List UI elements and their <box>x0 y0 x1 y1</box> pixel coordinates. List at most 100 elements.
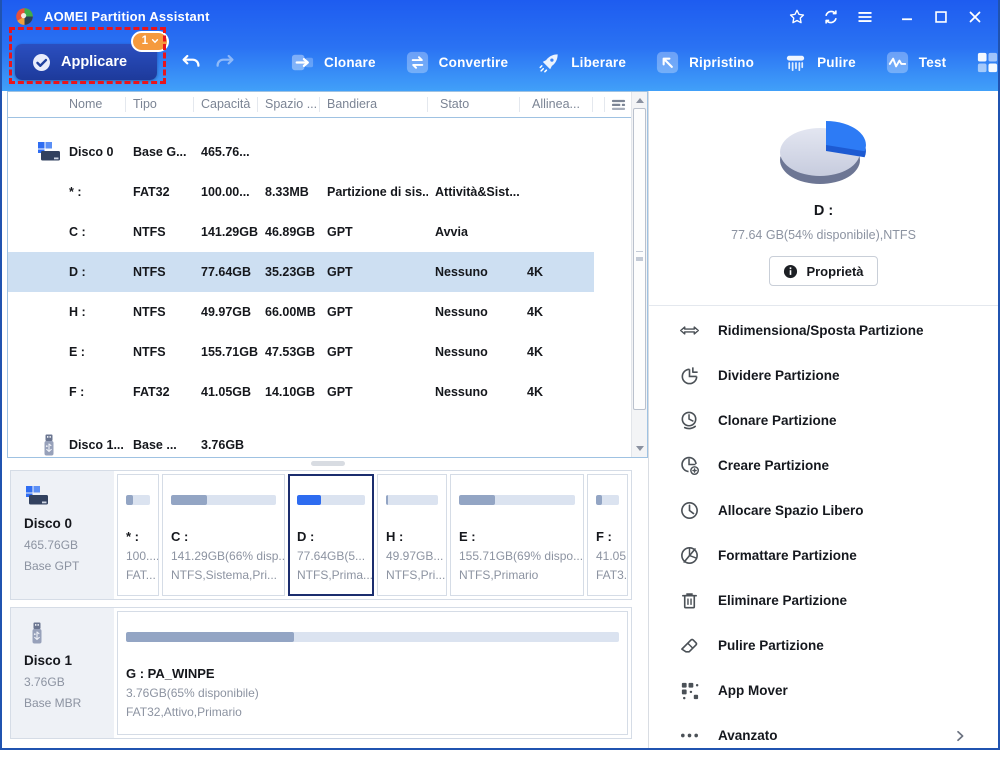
menu-button[interactable] <box>856 8 874 26</box>
cell-text: Disco 0 <box>69 145 113 159</box>
column-header-allinea[interactable]: Allinea... <box>520 97 593 112</box>
cell-cap: 155.71GB <box>194 345 258 359</box>
minimize-button[interactable] <box>898 8 916 26</box>
cell-stato: Attività&Sist... <box>428 185 520 199</box>
table-row[interactable]: F :FAT3241.05GB14.10GBGPTNessuno4K <box>8 372 594 412</box>
cell-stato: Nessuno <box>428 305 520 319</box>
partition-label: F : <box>596 529 619 544</box>
action-clonepart[interactable]: Clonare Partizione <box>679 398 998 443</box>
action-advanced[interactable]: Avanzato <box>679 713 998 758</box>
toolbar-item-restore[interactable]: Ripristino <box>655 50 754 75</box>
cell-text: GPT <box>327 305 353 319</box>
pane-divider[interactable] <box>7 459 648 468</box>
pending-count: 1 <box>142 34 148 48</box>
partition-block[interactable]: H :49.97GB...NTFS,Pri... <box>377 474 447 596</box>
table-row[interactable]: Disco 1...Base ...3.76GB <box>8 425 594 458</box>
action-resize[interactable]: Ridimensiona/Sposta Partizione <box>679 308 998 353</box>
cell-name: F : <box>8 385 126 399</box>
action-split[interactable]: Dividere Partizione <box>679 353 998 398</box>
partition-block[interactable]: G : PA_WINPE3.76GB(65% disponibile)FAT32… <box>117 611 628 735</box>
partition-block[interactable]: D :77.64GB(5...NTFS,Prima... <box>288 474 374 596</box>
maximize-button[interactable] <box>932 8 950 26</box>
partition-size: 3.76GB(65% disponibile) <box>126 686 619 700</box>
disk-info-block[interactable]: Disco 13.76GBBase MBR <box>11 608 114 738</box>
column-header-spazio[interactable]: Spazio ... <box>258 97 320 112</box>
disk-info-block[interactable]: Disco 0465.76GBBase GPT <box>11 471 114 599</box>
partition-block[interactable]: C :141.29GB(66% disp...NTFS,Sistema,Pri.… <box>162 474 285 596</box>
favorite-button[interactable] <box>788 8 806 26</box>
column-header-nome[interactable]: Nome <box>8 97 126 112</box>
column-header-stato[interactable]: Stato <box>428 97 520 112</box>
table-row[interactable]: C :NTFS141.29GB46.89GBGPTAvvia <box>8 212 594 252</box>
partition-block[interactable]: F :41.05...FAT3... <box>587 474 628 596</box>
toolbar-item-test[interactable]: Test <box>885 50 947 75</box>
cell-text: Partizione di sis... <box>327 185 428 199</box>
toolbar-item-clone[interactable]: Clonare <box>290 50 376 75</box>
app-header: AOMEI Partition Assistant Applicare 1 <box>2 0 998 91</box>
close-icon <box>966 8 984 26</box>
toolbar-item-convert[interactable]: Convertire <box>405 50 509 75</box>
action-allocate[interactable]: Allocare Spazio Libero <box>679 488 998 533</box>
cell-tipo: Base ... <box>126 438 194 452</box>
column-header-bandiera[interactable]: Bandiera <box>320 97 428 112</box>
table-row[interactable]: Disco 0Base G...465.76... <box>8 132 594 172</box>
table-row[interactable]: * :FAT32100.00...8.33MBPartizione di sis… <box>8 172 594 212</box>
pending-operations-badge[interactable]: 1 <box>131 31 169 52</box>
cell-text: 46.89GB <box>265 225 315 239</box>
disk-size: 3.76GB <box>24 675 114 689</box>
properties-button[interactable]: Proprietà <box>769 256 877 286</box>
cell-cap: 49.97GB <box>194 305 258 319</box>
column-header-capacit[interactable]: Capacità <box>194 97 258 112</box>
partition-size: 155.71GB(69% dispo... <box>459 549 575 563</box>
cell-text: 49.97GB <box>201 305 251 319</box>
action-appmover[interactable]: App Mover <box>679 668 998 713</box>
cell-bandiera: Partizione di sis... <box>320 185 428 199</box>
cell-text: GPT <box>327 345 353 359</box>
cell-name: * : <box>8 185 126 199</box>
table-row[interactable]: H :NTFS49.97GB66.00MBGPTNessuno4K <box>8 292 594 332</box>
usage-bar-fill <box>171 495 207 505</box>
table-row[interactable]: E :NTFS155.71GB47.53GBGPTNessuno4K <box>8 332 594 372</box>
cell-cap: 41.05GB <box>194 385 258 399</box>
action-format[interactable]: Formattare Partizione <box>679 533 998 578</box>
action-create[interactable]: Creare Partizione <box>679 443 998 488</box>
window-controls <box>788 8 984 26</box>
toolbar-item-tools[interactable]: Strumenti <box>975 50 1000 75</box>
usage-bar-fill <box>459 495 495 505</box>
cell-text: 4K <box>527 385 543 399</box>
usage-bar <box>297 495 365 505</box>
toolbar-item-free[interactable]: Liberare <box>537 50 626 75</box>
partition-block[interactable]: * :100....FAT... <box>117 474 159 596</box>
table-row[interactable]: D :NTFS77.64GB35.23GBGPTNessuno4K <box>8 252 594 292</box>
scroll-up-arrow[interactable] <box>632 93 647 108</box>
redo-button[interactable] <box>213 50 237 74</box>
window-title: AOMEI Partition Assistant <box>44 9 210 24</box>
disk-size: 465.76GB <box>24 538 114 552</box>
cell-tipo: FAT32 <box>126 185 194 199</box>
scroll-down-arrow[interactable] <box>632 441 647 456</box>
left-pane: NomeTipoCapacitàSpazio ...BandieraStatoA… <box>2 91 648 748</box>
column-settings-icon[interactable] <box>605 92 631 117</box>
toolbar-item-label: Clonare <box>324 55 376 70</box>
close-button[interactable] <box>966 8 984 26</box>
undo-button[interactable] <box>179 50 203 74</box>
action-wipe[interactable]: Pulire Partizione <box>679 623 998 668</box>
toolbar-item-clean[interactable]: Pulire <box>783 50 856 75</box>
apply-button[interactable]: Applicare 1 <box>15 44 157 80</box>
free-icon <box>537 50 562 75</box>
action-delete[interactable]: Eliminare Partizione <box>679 578 998 623</box>
usage-pie-chart <box>764 110 884 196</box>
action-label: App Mover <box>718 683 788 698</box>
partition-block[interactable]: E :155.71GB(69% dispo...NTFS,Primario <box>450 474 584 596</box>
cell-tipo: NTFS <box>126 305 194 319</box>
refresh-button[interactable] <box>822 8 840 26</box>
scrollbar-thumb[interactable] <box>633 108 646 410</box>
vertical-scrollbar[interactable] <box>631 92 647 457</box>
properties-label: Proprietà <box>806 264 863 279</box>
divider-handle[interactable] <box>311 461 345 466</box>
partition-label: G : PA_WINPE <box>126 666 619 681</box>
clean-icon <box>783 50 808 75</box>
star-icon <box>788 8 806 26</box>
column-header-tipo[interactable]: Tipo <box>126 97 194 112</box>
cell-text: GPT <box>327 225 353 239</box>
